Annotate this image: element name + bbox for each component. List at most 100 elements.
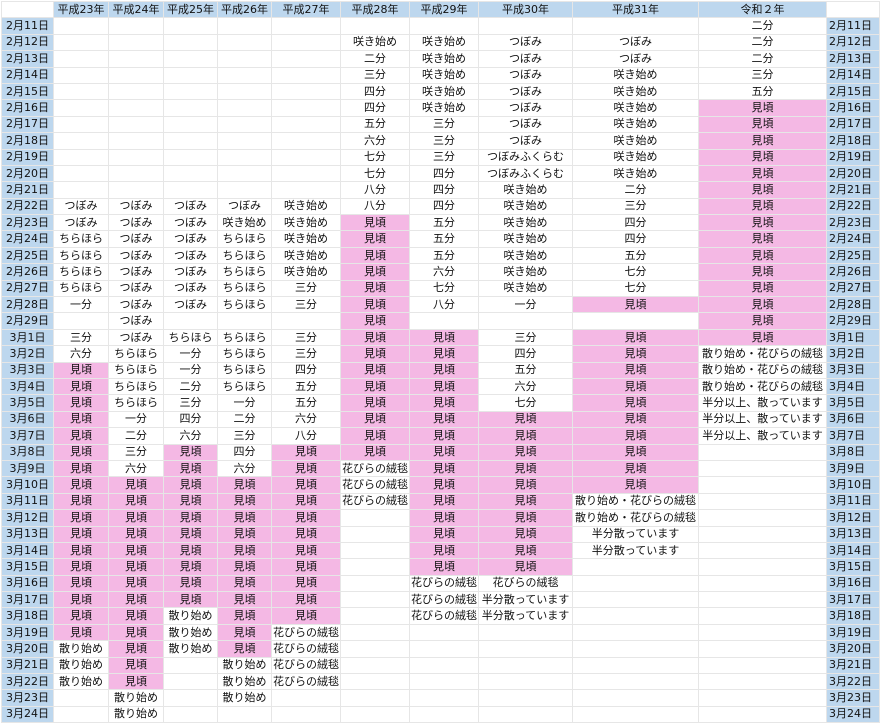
status-cell: つぼみ	[108, 279, 164, 298]
status-cell: 見頃	[217, 607, 272, 625]
status-cell	[409, 17, 479, 35]
date-cell: 2月18日	[1, 132, 54, 150]
date-cell: 2月17日	[826, 115, 880, 134]
status-cell: 三分	[53, 328, 109, 347]
date-cell: 3月3日	[1, 361, 54, 379]
date-cell: 3月18日	[1, 607, 54, 625]
status-cell	[698, 574, 827, 593]
status-cell	[698, 459, 827, 478]
status-cell	[572, 574, 699, 593]
status-cell: ちらほら	[217, 296, 272, 314]
table-row: 2月11日 二分 2月11日	[1, 17, 880, 35]
table-row: 2月18日 六分 三分 つぼみ 咲き始め 見頃 2月18日	[1, 132, 880, 150]
status-cell: 見頃	[340, 377, 410, 396]
status-cell	[217, 132, 272, 150]
date-cell: 2月24日	[1, 230, 54, 248]
status-cell	[217, 99, 272, 117]
status-cell: 見頃	[108, 509, 164, 527]
status-cell	[217, 50, 272, 68]
status-cell: 五分	[409, 214, 479, 232]
status-cell	[108, 99, 164, 117]
table-row: 3月24日 散り始め 3月24日	[1, 705, 880, 724]
status-cell: 見頃	[53, 459, 109, 478]
table-row: 2月13日 二分 咲き始め つぼみ つぼみ 二分 2月13日	[1, 50, 880, 68]
status-cell: つぼみ	[163, 279, 218, 298]
status-cell: 四分	[163, 410, 218, 429]
status-cell: 二分	[163, 377, 218, 396]
date-cell: 2月15日	[1, 82, 54, 101]
status-cell: 散り始め・花びらの絨毯	[698, 361, 827, 379]
date-cell: 3月10日	[1, 476, 54, 494]
status-cell: 四分	[572, 230, 699, 248]
status-cell	[53, 689, 109, 707]
status-cell: 花びらの絨毯	[340, 476, 410, 494]
status-cell	[163, 656, 218, 675]
status-cell	[698, 656, 827, 675]
table-row: 2月14日 三分 咲き始め つぼみ 咲き始め 三分 2月14日	[1, 66, 880, 84]
status-cell: 見頃	[340, 296, 410, 314]
status-cell: 咲き始め	[271, 197, 341, 216]
status-cell: 見頃	[698, 328, 827, 347]
date-cell: 3月24日	[1, 705, 54, 724]
status-cell: 見頃	[340, 410, 410, 429]
status-cell: 見頃	[340, 230, 410, 248]
status-cell	[340, 574, 410, 593]
status-cell: 見頃	[108, 558, 164, 576]
status-cell: 咲き始め	[572, 66, 699, 84]
status-cell	[698, 443, 827, 461]
status-cell: ちらほら	[217, 263, 272, 281]
date-cell: 2月17日	[1, 115, 54, 134]
status-cell: ちらほら	[217, 328, 272, 347]
status-cell: つぼみ	[108, 263, 164, 281]
status-cell: 見頃	[271, 541, 341, 560]
bloom-table: 平成23年 平成24年 平成25年 平成26年 平成27年 平成28年 平成29…	[1, 0, 880, 724]
status-cell: 見頃	[271, 574, 341, 593]
status-cell: 七分	[409, 279, 479, 298]
status-cell	[108, 66, 164, 84]
status-cell: 花びらの絨毯	[271, 656, 341, 675]
date-cell: 3月2日	[1, 345, 54, 363]
table-row: 2月12日 咲き始め 咲き始め つぼみ つぼみ 二分 2月12日	[1, 33, 880, 52]
status-cell: 咲き始め	[572, 164, 699, 183]
status-cell: 咲き始め	[271, 214, 341, 232]
status-cell: 咲き始め	[340, 33, 410, 52]
status-cell	[217, 115, 272, 134]
date-cell: 2月16日	[1, 99, 54, 117]
status-cell: ちらほら	[217, 361, 272, 379]
status-cell: ちらほら	[217, 246, 272, 265]
table-row: 2月17日 五分 三分 つぼみ 咲き始め 見頃 2月17日	[1, 115, 880, 134]
corner-cell	[1, 0, 54, 19]
status-cell: ちらほら	[217, 345, 272, 363]
year-header: 平成30年	[478, 0, 573, 19]
status-cell: 見頃	[163, 525, 218, 543]
status-cell	[163, 148, 218, 166]
status-cell: 七分	[340, 148, 410, 166]
status-cell: 見頃	[271, 492, 341, 511]
date-cell: 3月21日	[1, 656, 54, 675]
status-cell: 見頃	[163, 574, 218, 593]
table-row: 3月1日 三分 つぼみ ちらほら ちらほら 三分 見頃 見頃 三分 見頃 見頃 3月1日	[1, 328, 880, 347]
status-cell	[409, 705, 479, 724]
status-cell	[340, 17, 410, 35]
status-cell: つぼみ	[108, 246, 164, 265]
status-cell: つぼみ	[217, 197, 272, 216]
date-cell: 2月29日	[826, 312, 880, 330]
status-cell: ちらほら	[108, 345, 164, 363]
table-body: 2月11日 二分 2月11日 2月12日 咲き始め 咲き始め つぼみ つぼみ 二分 2月12日 2月…	[1, 17, 880, 724]
status-cell: 見頃	[340, 427, 410, 445]
status-cell: 咲き始め	[478, 181, 573, 199]
date-cell: 3月20日	[826, 640, 880, 658]
status-cell	[163, 312, 218, 330]
status-cell: 二分	[108, 427, 164, 445]
table-row: 2月15日 四分 咲き始め つぼみ 咲き始め 五分 2月15日	[1, 82, 880, 101]
status-cell: 三分	[271, 296, 341, 314]
status-cell: 四分	[340, 82, 410, 101]
status-cell: 見頃	[53, 492, 109, 511]
status-cell: 五分	[340, 115, 410, 134]
status-cell: 散り始め	[217, 656, 272, 675]
status-cell: 見頃	[572, 296, 699, 314]
date-cell: 3月21日	[826, 656, 880, 675]
status-cell: 見頃	[698, 296, 827, 314]
status-cell: 見頃	[698, 181, 827, 199]
status-cell: 見頃	[108, 541, 164, 560]
